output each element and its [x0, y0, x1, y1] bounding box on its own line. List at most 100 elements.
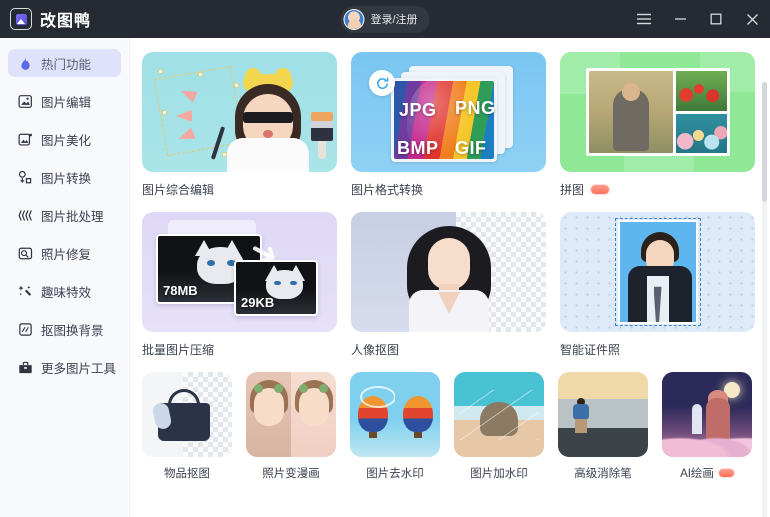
- format-label-gif: GIF: [455, 138, 487, 158]
- card-label: 批量图片压缩: [142, 343, 215, 357]
- sidebar-item-label: 照片修复: [41, 247, 92, 262]
- title-bar: 改图鸭 登录/注册: [0, 0, 770, 38]
- close-icon[interactable]: [734, 0, 770, 38]
- main-content: ✦ ✦ 图片综合编辑: [130, 38, 770, 517]
- fun-effects-icon: [17, 283, 33, 299]
- login-register-label: 登录/注册: [370, 14, 418, 26]
- card-thumbnail: [662, 372, 752, 457]
- card-label-wrap: 智能证件照: [560, 341, 755, 358]
- format-label-jpg: JPG: [399, 100, 437, 120]
- flame-icon: [17, 55, 33, 71]
- sidebar-item-hot[interactable]: 热门功能: [8, 49, 121, 77]
- sidebar-item-cutout-background[interactable]: 抠图换背景: [8, 315, 121, 343]
- feature-card-comprehensive-edit[interactable]: ✦ ✦ 图片综合编辑: [142, 52, 337, 198]
- more-tools-icon: [17, 359, 33, 375]
- window-controls: [626, 0, 770, 38]
- card-label-wrap: 批量图片压缩: [142, 341, 337, 358]
- feature-card-remove-watermark[interactable]: 图片去水印: [350, 372, 440, 481]
- card-label-wrap: 图片格式转换: [351, 181, 546, 198]
- card-thumbnail: ✦ ✦: [142, 52, 337, 172]
- sidebar-item-label: 图片转换: [41, 171, 92, 186]
- size-after-label: 29KB: [241, 295, 275, 310]
- sidebar-item-label: 热门功能: [41, 57, 92, 72]
- hamburger-menu-icon[interactable]: [626, 0, 662, 38]
- sidebar-item-label: 图片批处理: [41, 209, 104, 224]
- minimize-icon[interactable]: [662, 0, 698, 38]
- feature-card-id-photo[interactable]: 智能证件照: [560, 212, 755, 358]
- sidebar-item-photo-repair[interactable]: 照片修复: [8, 239, 121, 267]
- image-convert-icon: [17, 169, 33, 185]
- card-label: 拼图: [560, 183, 585, 197]
- sidebar-item-label: 趣味特效: [41, 285, 92, 300]
- sidebar: 热门功能 图片编辑 图片美化 图片转换 图片批处理 照片修复 趣味特效 抠图换背…: [0, 38, 130, 517]
- card-label: 图片综合编辑: [142, 183, 215, 197]
- card-label-wrap: 照片变漫画: [246, 465, 336, 481]
- feature-card-photo-to-cartoon[interactable]: 照片变漫画: [246, 372, 336, 481]
- card-label: 高级消除笔: [574, 468, 632, 480]
- cutout-background-icon: [17, 321, 33, 337]
- scrollbar-thumb[interactable]: [762, 82, 767, 202]
- status-badge: [718, 469, 734, 477]
- convert-refresh-icon: [369, 70, 395, 96]
- card-thumbnail: [558, 372, 648, 457]
- card-thumbnail: JPG PNG BMP GIF: [351, 52, 546, 172]
- card-thumbnail: [246, 372, 336, 457]
- card-label: 照片变漫画: [262, 468, 320, 480]
- feature-card-object-cutout[interactable]: 物品抠图: [142, 372, 232, 481]
- photo-repair-icon: [17, 245, 33, 261]
- feature-card-add-watermark[interactable]: 图片加水印: [454, 372, 544, 481]
- card-label-wrap: 拼图: [560, 181, 755, 198]
- card-thumbnail: [560, 212, 755, 332]
- card-label: 物品抠图: [164, 468, 210, 480]
- feature-card-batch-compress[interactable]: 78MB ➜ 29KB 批量图片压缩: [142, 212, 337, 358]
- feature-row-2: 78MB ➜ 29KB 批量图片压缩 人像抠图 智能证件照: [142, 212, 770, 358]
- feature-card-collage[interactable]: 拼图: [560, 52, 755, 198]
- scrollbar-track[interactable]: [762, 82, 767, 517]
- card-label: 智能证件照: [560, 343, 621, 357]
- sidebar-item-label: 图片美化: [41, 133, 92, 148]
- brand: 改图鸭: [0, 7, 91, 31]
- feature-card-ai-painting[interactable]: AI绘画: [662, 372, 752, 481]
- card-label-wrap: AI绘画: [662, 465, 752, 481]
- batch-process-icon: [17, 207, 33, 223]
- image-beautify-icon: [17, 131, 33, 147]
- feature-card-advanced-eraser[interactable]: 高级消除笔: [558, 372, 648, 481]
- card-label-wrap: 高级消除笔: [558, 465, 648, 481]
- user-avatar-icon: [343, 8, 365, 30]
- app-window: 改图鸭 登录/注册 热门功能 图片编辑 图片美化 图片转换 图片批处理 照片修复…: [0, 0, 770, 517]
- feature-row-3: 物品抠图 照片变漫画 图片去水印 图片加水印 高级消除笔 AI绘画: [142, 372, 770, 481]
- card-thumbnail: 78MB ➜ 29KB: [142, 212, 337, 332]
- size-before-label: 78MB: [163, 283, 198, 298]
- card-label: 图片去水印: [366, 468, 424, 480]
- card-label: 图片加水印: [470, 468, 528, 480]
- card-label-wrap: 物品抠图: [142, 465, 232, 481]
- sidebar-item-label: 抠图换背景: [41, 323, 104, 338]
- app-body: 热门功能 图片编辑 图片美化 图片转换 图片批处理 照片修复 趣味特效 抠图换背…: [0, 38, 770, 517]
- maximize-icon[interactable]: [698, 0, 734, 38]
- sidebar-item-label: 更多图片工具: [41, 361, 117, 376]
- app-title: 改图鸭: [40, 13, 92, 30]
- sidebar-item-image-edit[interactable]: 图片编辑: [8, 87, 121, 115]
- feature-card-format-convert[interactable]: JPG PNG BMP GIF 图片格式转换: [351, 52, 546, 198]
- feature-row-1: ✦ ✦ 图片综合编辑: [142, 52, 770, 198]
- sidebar-item-label: 图片编辑: [41, 95, 92, 110]
- format-label-png: PNG: [455, 98, 496, 118]
- card-label: 图片格式转换: [351, 183, 424, 197]
- card-label-wrap: 人像抠图: [351, 341, 546, 358]
- feature-card-portrait-cutout[interactable]: 人像抠图: [351, 212, 546, 358]
- card-thumbnail: [454, 372, 544, 457]
- card-label-wrap: 图片加水印: [454, 465, 544, 481]
- status-badge: [591, 185, 610, 194]
- card-label-wrap: 图片去水印: [350, 465, 440, 481]
- sidebar-item-image-beautify[interactable]: 图片美化: [8, 125, 121, 153]
- sidebar-item-image-convert[interactable]: 图片转换: [8, 163, 121, 191]
- sidebar-item-batch-process[interactable]: 图片批处理: [8, 201, 121, 229]
- card-thumbnail: [560, 52, 755, 172]
- card-label-wrap: 图片综合编辑: [142, 181, 337, 198]
- login-register-button[interactable]: 登录/注册: [340, 5, 430, 33]
- card-thumbnail: [351, 212, 546, 332]
- sidebar-item-more-tools[interactable]: 更多图片工具: [8, 353, 121, 381]
- sidebar-item-fun-effects[interactable]: 趣味特效: [8, 277, 121, 305]
- card-thumbnail: [142, 372, 232, 457]
- card-thumbnail: [350, 372, 440, 457]
